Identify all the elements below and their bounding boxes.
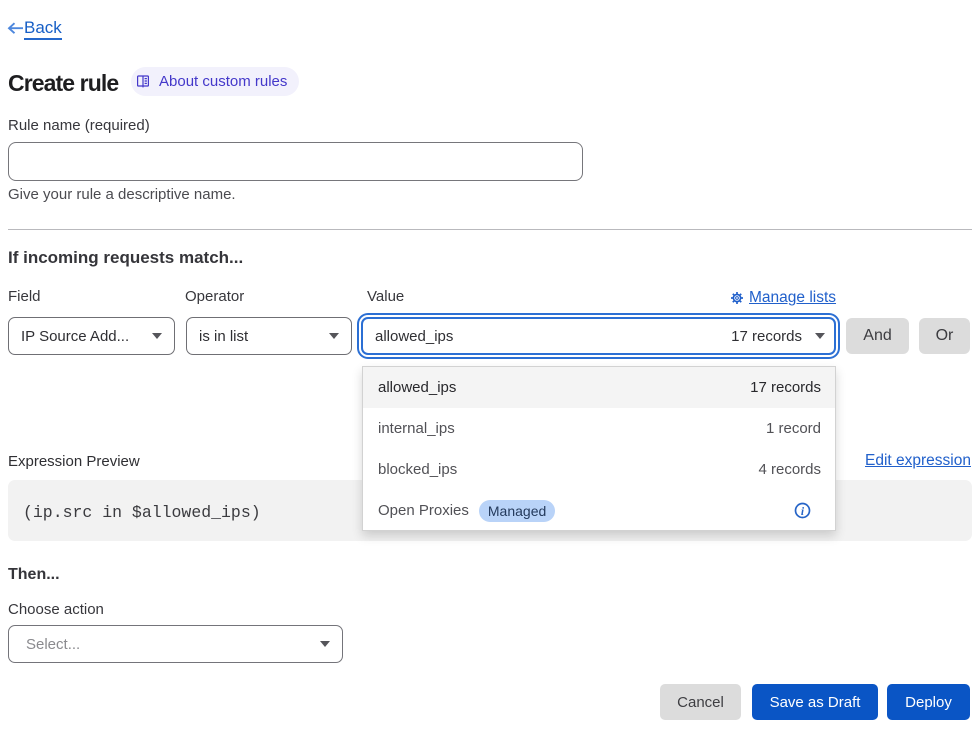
svg-text:i: i (801, 506, 805, 518)
